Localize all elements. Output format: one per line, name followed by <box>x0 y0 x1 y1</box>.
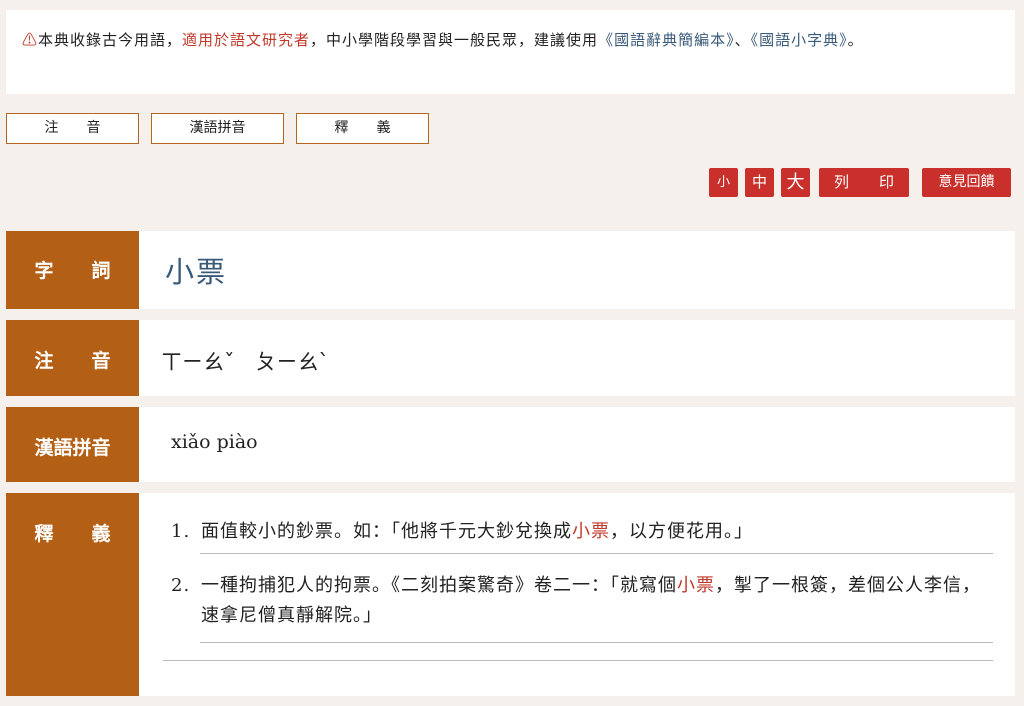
notice-text: 本典收錄古今用語， <box>38 31 183 49</box>
notice-separator: 、 <box>734 31 751 49</box>
concise-dictionary-link[interactable]: 《國語辭典簡編本》 <box>598 31 735 49</box>
notice-end: 。 <box>847 31 864 49</box>
feedback-button[interactable]: 意見回饋 <box>922 168 1011 197</box>
zhuyin-row: 注 音 ㄒㄧㄠˇ ㄆㄧㄠˋ <box>6 320 1015 396</box>
notice-text-2: ，中小學階段學習與一般民眾，建議使用 <box>310 31 599 49</box>
definition-number: 1. <box>171 521 191 542</box>
definition-highlight: 小票 <box>572 521 610 542</box>
zhuyin-label: 注 音 <box>6 320 139 396</box>
pinyin-label: 漢語拼音 <box>6 407 139 482</box>
definition-item: 2. 一種拘捕犯人的拘票。《二刻拍案驚奇》卷二一：「就寫個小票，掣了一根簽，差個… <box>171 571 993 631</box>
tab-definition[interactable]: 釋 義 <box>296 113 429 144</box>
word-row: 字 詞 小票 <box>6 231 1015 309</box>
definition-number: 2. <box>171 575 191 596</box>
mini-dictionary-link[interactable]: 《國語小字典》 <box>751 31 848 49</box>
warning-icon: ⚠ <box>22 31 39 49</box>
font-large-button[interactable]: 大 <box>781 168 810 197</box>
definition-label: 釋 義 <box>6 493 139 696</box>
definition-divider <box>200 642 993 643</box>
tab-zhuyin[interactable]: 注 音 <box>6 113 139 144</box>
word-label: 字 詞 <box>6 231 139 309</box>
definition-item: 1. 面值較小的鈔票。如：「他將千元大鈔兌換成小票，以方便花用。」 <box>171 517 993 547</box>
entry-word: 小票 <box>165 255 228 289</box>
notice-highlight: 適用於語文研究者 <box>182 31 311 49</box>
definition-divider <box>200 553 993 554</box>
definitions-bottom-divider <box>163 660 993 661</box>
print-button[interactable]: 列 印 <box>819 168 909 197</box>
definition-highlight: 小票 <box>677 575 715 596</box>
font-medium-button[interactable]: 中 <box>745 168 774 197</box>
font-small-button[interactable]: 小 <box>709 168 738 197</box>
pinyin-row: 漢語拼音 xiǎo piào <box>6 407 1015 482</box>
definition-row: 釋 義 1. 面值較小的鈔票。如：「他將千元大鈔兌換成小票，以方便花用。」 2.… <box>6 493 1015 696</box>
zhuyin-value: ㄒㄧㄠˇ ㄆㄧㄠˋ <box>161 350 329 374</box>
pinyin-value: xiǎo piào <box>171 431 258 453</box>
tab-pinyin[interactable]: 漢語拼音 <box>151 113 284 144</box>
notice-banner: ⚠本典收錄古今用語，適用於語文研究者，中小學階段學習與一般民眾，建議使用《國語辭… <box>6 10 1015 94</box>
